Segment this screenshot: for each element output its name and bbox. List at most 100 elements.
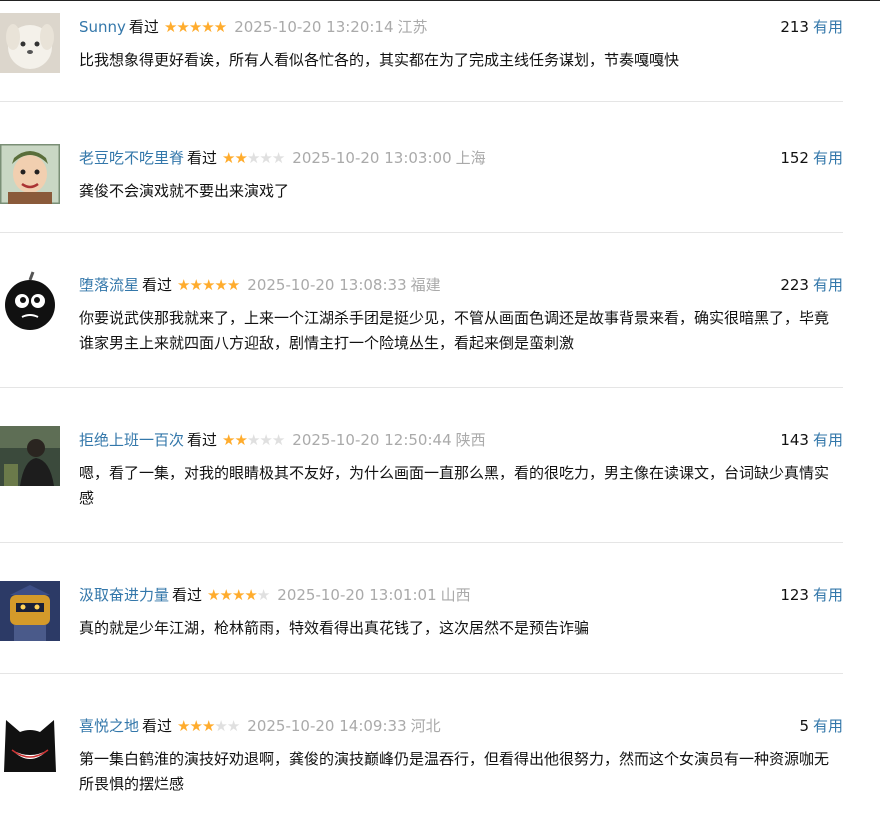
author-link[interactable]: Sunny	[79, 18, 126, 36]
star-icon: ★	[214, 717, 227, 735]
star-icon: ★	[189, 276, 202, 294]
rating-stars: ★★★★★	[207, 584, 270, 606]
comment-text: 真的就是少年江湖，枪林箭雨，特效看得出真花钱了，这次居然不是预告诈骗	[79, 619, 590, 637]
star-icon: ★	[189, 717, 202, 735]
rating-stars: ★★★★★	[222, 147, 285, 169]
author-link[interactable]: 拒绝上班一百次	[79, 431, 184, 449]
useful-button[interactable]: 有用	[813, 586, 843, 604]
comment-text: 比我想象得更好看诶，所有人看似各忙各的，其实都在为了完成主线任务谋划，节奏嘎嘎快	[79, 51, 680, 69]
author-link[interactable]: 汲取奋进力量	[79, 586, 169, 604]
author-link[interactable]: 堕落流星	[79, 276, 139, 294]
comment-meta: 喜悦之地 看过 ★★★★★ 2025-10-20 14:09:33 河北	[79, 715, 441, 737]
vote-count: 123	[780, 586, 809, 604]
watched-label: 看过	[142, 276, 173, 294]
star-icon: ★	[219, 586, 232, 604]
star-icon: ★	[259, 431, 272, 449]
star-icon: ★	[226, 717, 240, 735]
vote-count: 152	[780, 149, 809, 167]
useful-button[interactable]: 有用	[813, 149, 843, 167]
star-icon: ★	[246, 149, 260, 167]
star-icon: ★	[201, 276, 215, 294]
author-link[interactable]: 老豆吃不吃里脊	[79, 149, 184, 167]
comment-time: 2025-10-20 13:03:00	[292, 149, 452, 167]
comment-text: 嗯，看了一集，对我的眼睛极其不友好，为什么画面一直那么黑，看的很吃力，男主像在读…	[79, 464, 830, 507]
star-icon: ★	[244, 586, 257, 604]
comment-location: 江苏	[397, 18, 428, 36]
watched-label: 看过	[128, 18, 159, 36]
comment-time: 2025-10-20 13:20:14	[234, 18, 394, 36]
comment-meta: 堕落流星 看过 ★★★★★ 2025-10-20 13:08:33 福建	[79, 274, 441, 296]
comment-item: Sunny 看过 ★★★★★ 2025-10-20 13:20:14 江苏 213 有用 …	[0, 0, 843, 101]
star-icon: ★	[177, 717, 190, 735]
comment-item: 堕落流星 看过 ★★★★★ 2025-10-20 13:08:33 福建 223 有用 你…	[0, 258, 843, 387]
comment-item: 老豆吃不吃里脊 看过 ★★★★★ 2025-10-20 13:03:00 上海 152 有…	[0, 131, 843, 232]
star-icon: ★	[201, 18, 214, 36]
star-icon: ★	[226, 276, 240, 294]
star-icon: ★	[271, 149, 285, 167]
star-icon: ★	[246, 431, 260, 449]
star-icon: ★	[222, 149, 235, 167]
comment-item: 喜悦之地 看过 ★★★★★ 2025-10-20 14:09:33 河北 5 有用 第一集…	[0, 699, 843, 819]
star-icon: ★	[234, 431, 247, 449]
rating-stars: ★★★★★	[163, 16, 227, 38]
black-cat-grin-avatar[interactable]	[0, 712, 60, 772]
star-icon: ★	[201, 717, 215, 735]
comment-meta: 老豆吃不吃里脊 看过 ★★★★★ 2025-10-20 13:03:00 上海	[79, 147, 486, 169]
star-icon: ★	[207, 586, 220, 604]
outdoor-person-avatar[interactable]	[0, 426, 60, 486]
comment-location: 河北	[410, 717, 441, 735]
comment-meta: 拒绝上班一百次 看过 ★★★★★ 2025-10-20 12:50:44 陕西	[79, 429, 486, 451]
star-icon: ★	[163, 18, 177, 36]
comment-text: 龚俊不会演戏就不要出来演戏了	[79, 182, 290, 200]
comment-time: 2025-10-20 13:01:01	[277, 586, 437, 604]
star-icon: ★	[271, 431, 285, 449]
comment-item: 汲取奋进力量 看过 ★★★★★ 2025-10-20 13:01:01 山西 123 有用…	[0, 568, 843, 673]
star-icon: ★	[188, 18, 202, 36]
vote-area: 223 有用	[780, 274, 843, 296]
vote-count: 143	[780, 431, 809, 449]
vote-area: 5 有用	[799, 715, 843, 737]
black-bomb-avatar[interactable]	[0, 271, 60, 331]
comment-time: 2025-10-20 13:08:33	[247, 276, 407, 294]
vote-count: 223	[780, 276, 809, 294]
useful-button[interactable]: 有用	[813, 276, 843, 294]
star-icon: ★	[176, 18, 189, 36]
watched-label: 看过	[187, 149, 218, 167]
rating-stars: ★★★★★	[177, 715, 240, 737]
robot-avatar[interactable]	[0, 581, 60, 641]
vote-count: 5	[799, 717, 809, 735]
divider	[0, 101, 843, 102]
comment-item: 拒绝上班一百次 看过 ★★★★★ 2025-10-20 12:50:44 陕西 143 有…	[0, 413, 843, 542]
star-icon: ★	[214, 276, 227, 294]
comment-text: 你要说武侠那我就来了，上来一个江湖杀手团是挺少见，不管从画面色调还是故事背景来看…	[79, 309, 830, 352]
useful-button[interactable]: 有用	[813, 717, 843, 735]
star-icon: ★	[222, 431, 235, 449]
vote-area: 213 有用	[780, 16, 843, 38]
author-link[interactable]: 喜悦之地	[79, 717, 139, 735]
rating-stars: ★★★★★	[222, 429, 285, 451]
star-icon: ★	[231, 586, 245, 604]
star-icon: ★	[213, 18, 227, 36]
vote-area: 123 有用	[780, 584, 843, 606]
vote-area: 143 有用	[780, 429, 843, 451]
comment-time: 2025-10-20 12:50:44	[292, 431, 452, 449]
comment-meta: Sunny 看过 ★★★★★ 2025-10-20 13:20:14 江苏	[79, 16, 428, 38]
useful-button[interactable]: 有用	[813, 18, 843, 36]
useful-button[interactable]: 有用	[813, 431, 843, 449]
comment-location: 上海	[455, 149, 486, 167]
white-dog-avatar[interactable]	[0, 13, 60, 73]
star-icon: ★	[259, 149, 272, 167]
star-icon: ★	[256, 586, 270, 604]
comment-meta: 汲取奋进力量 看过 ★★★★★ 2025-10-20 13:01:01 山西	[79, 584, 471, 606]
star-icon: ★	[234, 149, 247, 167]
watched-label: 看过	[172, 586, 203, 604]
star-icon: ★	[177, 276, 190, 294]
divider	[0, 232, 843, 233]
illustrated-face-avatar[interactable]	[0, 144, 60, 204]
comment-location: 陕西	[455, 431, 486, 449]
comment-text: 第一集白鹤淮的演技好劝退啊，龚俊的演技巅峰仍是温吞行，但看得出他很努力，然而这个…	[79, 750, 830, 793]
divider	[0, 542, 843, 543]
comment-time: 2025-10-20 14:09:33	[247, 717, 407, 735]
divider	[0, 673, 843, 674]
vote-area: 152 有用	[780, 147, 843, 169]
